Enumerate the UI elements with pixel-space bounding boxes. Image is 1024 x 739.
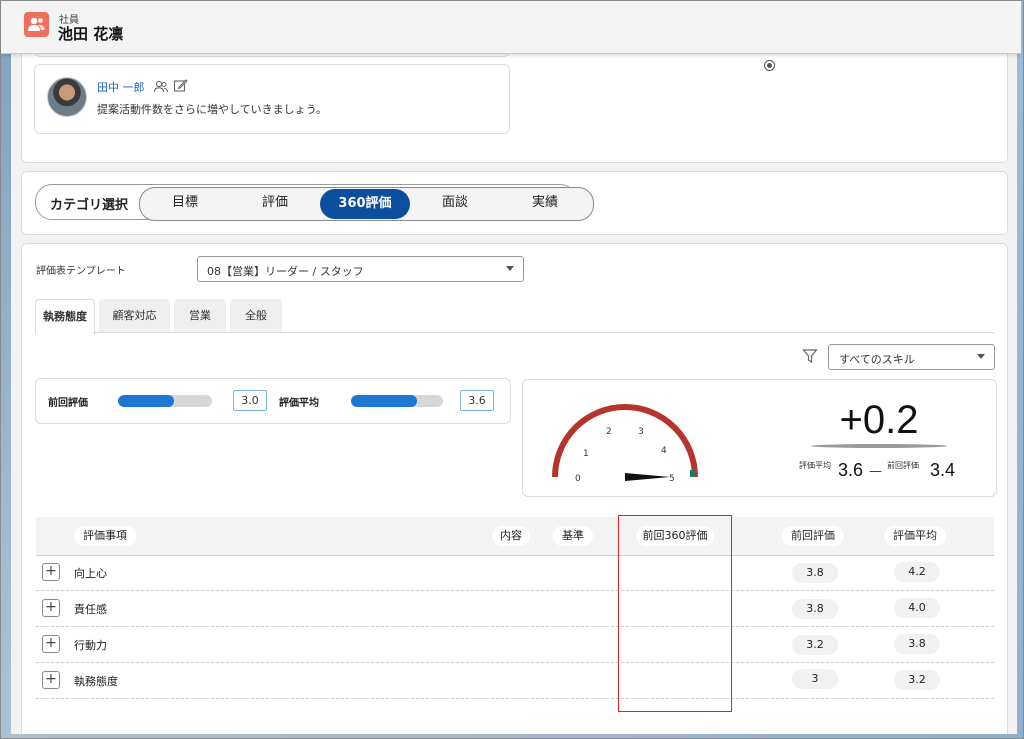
row-prev-value: 3.8 <box>792 599 838 619</box>
avg-eval-label: 評価平均 <box>279 398 319 409</box>
header-item: 評価事項 <box>74 526 136 546</box>
row-label: 向上心 <box>74 567 107 580</box>
chevron-down-icon <box>506 266 514 271</box>
header-content: 内容 <box>492 526 530 546</box>
chevron-down-icon <box>977 354 985 359</box>
row-label: 責任感 <box>74 603 107 616</box>
table-row: + 執務態度 3 3.2 <box>36 663 994 699</box>
evaluation-table: 評価事項 内容 基準 前回360評価 前回評価 評価平均 + 向上心 3.8 4… <box>36 517 994 722</box>
evaluation-card: 評価表テンプレート 08【営業】リーダー / スタッフ 執務態度 顧客対応 営業… <box>21 243 1008 734</box>
expand-icon[interactable]: + <box>42 635 60 653</box>
comment-author[interactable]: 田中 一郎 <box>97 79 145 95</box>
skill-filter-select[interactable]: すべてのスキル <box>828 344 995 370</box>
delta-underline <box>811 444 947 448</box>
row-prev-value: 3.8 <box>792 563 838 583</box>
prev-eval-value: 3.0 <box>233 390 267 411</box>
comment-text: 提案活動件数をさらに増やしていきましょう。 <box>97 103 328 116</box>
score-gauge: 0 1 2 3 4 5 <box>552 404 698 484</box>
row-label: 執務態度 <box>74 675 118 688</box>
gauge-tick-5: 5 <box>669 474 675 484</box>
category-goal[interactable]: 目標 <box>140 188 230 218</box>
gauge-tick-4: 4 <box>661 446 667 456</box>
avatar[interactable] <box>47 77 87 117</box>
gauge-tick-0: 0 <box>575 474 581 484</box>
row-prev-value: 3.2 <box>792 635 838 655</box>
row-avg-value: 4.2 <box>894 562 940 582</box>
prev-eval-bar-fill <box>118 395 175 407</box>
gauge-avg-label: 評価平均 <box>799 461 831 470</box>
template-label: 評価表テンプレート <box>36 266 126 277</box>
tab-customer[interactable]: 顧客対応 <box>99 299 170 332</box>
filter-icon[interactable] <box>802 348 818 368</box>
gauge-tick-2: 2 <box>606 427 612 437</box>
table-header: 評価事項 内容 基準 前回360評価 前回評価 評価平均 <box>36 517 994 556</box>
template-select[interactable]: 08【営業】リーダー / スタッフ <box>197 256 524 282</box>
header-criteria: 基準 <box>553 526 593 546</box>
category-evaluation[interactable]: 評価 <box>230 188 320 218</box>
prev-eval-label: 前回評価 <box>48 398 88 409</box>
comment-card: 田中 一郎 提案活動件数をさらに増やしていきましょう。 <box>34 64 510 134</box>
category-label: カテゴリ選択 <box>50 198 129 213</box>
category-360-evaluation[interactable]: 360評価 <box>320 189 410 219</box>
category-interview[interactable]: 面談 <box>410 188 500 218</box>
category-segmented-control: 目標 評価 360評価 面談 実績 <box>139 187 594 221</box>
summary-bars-card: 前回評価 3.0 評価平均 3.6 <box>35 378 511 424</box>
gauge-prev-label: 前回評価 <box>887 461 919 470</box>
row-avg-value: 3.2 <box>894 670 940 690</box>
gauge-dash: — <box>869 464 882 479</box>
avg-eval-bar-fill <box>351 395 418 407</box>
people-icon[interactable] <box>153 79 169 98</box>
tab-work-attitude[interactable]: 執務態度 <box>35 299 95 334</box>
tab-sales[interactable]: 営業 <box>174 299 226 332</box>
gauge-tick-1: 1 <box>583 449 589 459</box>
row-avg-value: 4.0 <box>894 598 940 618</box>
table-row: + 向上心 3.8 4.2 <box>36 555 994 591</box>
record-name: 池田 花凛 <box>58 25 124 43</box>
tab-general[interactable]: 全般 <box>230 299 282 332</box>
page-content: 田中 一郎 提案活動件数をさらに増やしていきましょう。 カテゴリ選択 目標 評価… <box>11 53 1017 734</box>
tab-bar: 執務態度 顧客対応 営業 全般 <box>35 299 995 334</box>
header-prev-eval: 前回評価 <box>782 526 844 546</box>
row-prev-value: 3 <box>792 669 838 689</box>
table-row: + 行動力 3.2 3.8 <box>36 627 994 663</box>
delta-value: +0.2 <box>839 398 919 442</box>
gauge-prev-value: 3.4 <box>930 460 956 480</box>
people-icon <box>24 12 49 37</box>
record-header: 社員 池田 花凛 <box>1 1 1021 54</box>
gauge-needle <box>625 473 670 481</box>
avg-eval-bar <box>351 395 443 407</box>
tab-divider <box>93 332 995 333</box>
gauge-tick-3: 3 <box>638 427 644 437</box>
edit-icon[interactable] <box>173 78 188 97</box>
header-avg-eval: 評価平均 <box>884 526 946 546</box>
prev-eval-bar <box>118 395 212 407</box>
expand-icon[interactable]: + <box>42 599 60 617</box>
expand-icon[interactable]: + <box>42 671 60 689</box>
expand-icon[interactable]: + <box>42 563 60 581</box>
radio-indicator[interactable] <box>764 60 775 71</box>
category-card: カテゴリ選択 目標 評価 360評価 面談 実績 <box>21 171 1008 235</box>
feedback-card: 田中 一郎 提案活動件数をさらに増やしていきましょう。 <box>21 53 1008 163</box>
template-value: 08【営業】リーダー / スタッフ <box>207 265 364 278</box>
highlight-box <box>618 515 732 712</box>
table-row: + 責任感 3.8 4.0 <box>36 591 994 627</box>
gauge-avg-value: 3.6 <box>838 460 864 480</box>
gauge-card: 0 1 2 3 4 5 +0.2 評価平均 3.6 — 前回評価 3.4 <box>522 379 997 497</box>
category-results[interactable]: 実績 <box>500 188 590 218</box>
skill-filter-value: すべてのスキル <box>839 353 915 366</box>
row-avg-value: 3.8 <box>894 634 940 654</box>
avg-eval-value: 3.6 <box>460 390 494 411</box>
row-label: 行動力 <box>74 639 107 652</box>
